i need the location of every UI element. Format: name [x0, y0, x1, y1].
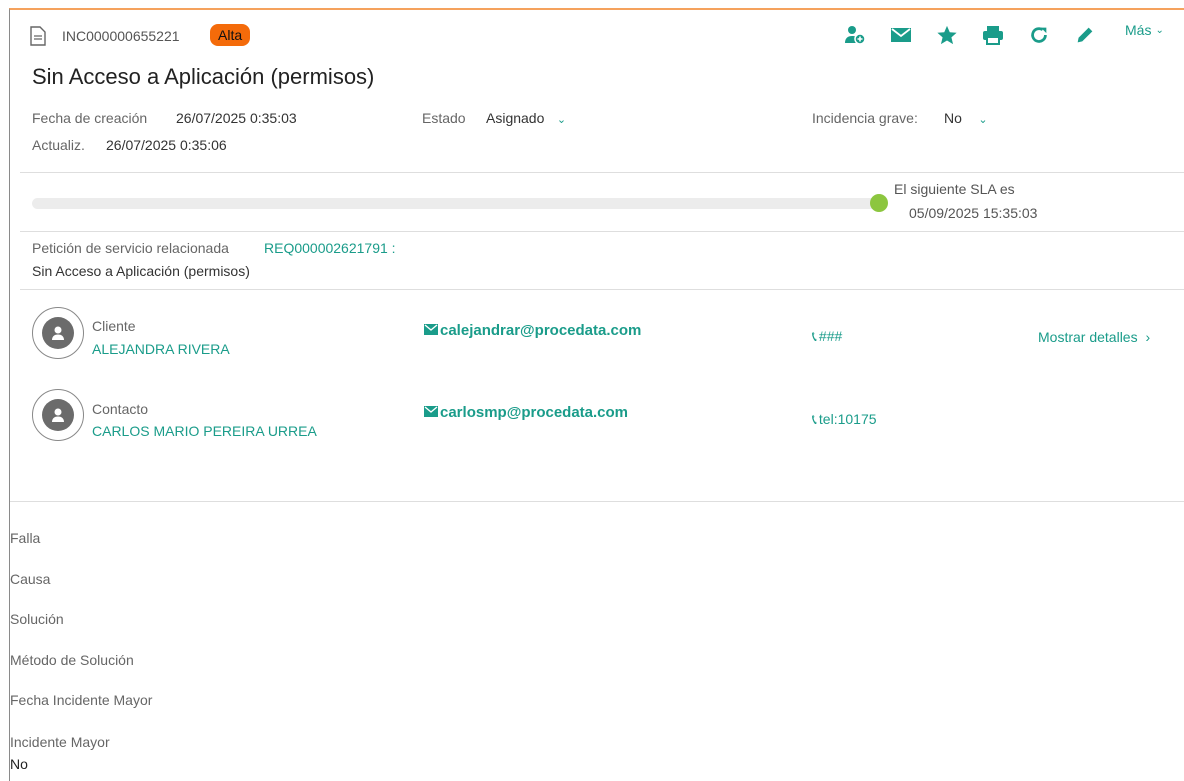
contact-role: Contacto	[92, 401, 149, 417]
show-details-label: Mostrar detalles	[1038, 329, 1138, 345]
star-icon[interactable]	[930, 22, 963, 48]
customer-phone: ###	[818, 328, 843, 344]
contact-phone: tel:10175	[818, 411, 877, 427]
print-icon[interactable]	[976, 22, 1009, 48]
customer-role: Cliente	[92, 318, 136, 334]
field-metodo: Método de Solución	[10, 652, 134, 668]
divider	[20, 231, 1184, 232]
field-falla: Falla	[10, 530, 41, 546]
major-incident-label: Incidencia grave:	[812, 110, 918, 126]
status-dropdown[interactable]: Asignado ⌄	[486, 110, 566, 128]
more-menu[interactable]: Más ⌄	[1125, 22, 1164, 38]
phone-icon: 📞︎	[812, 328, 817, 344]
contact-email-link[interactable]: carlosmp@procedata.com	[424, 404, 628, 421]
sla-label: El siguiente SLA es	[894, 181, 1015, 197]
customer-name[interactable]: ALEJANDRA RIVERA	[92, 341, 230, 357]
created-label: Fecha de creación	[32, 110, 148, 126]
updated-value: 26/07/2025 0:35:06	[106, 137, 227, 153]
chevron-down-icon: ⌄	[556, 114, 567, 126]
contact-phone-link[interactable]: 📞︎ tel:10175	[812, 411, 877, 428]
status-label: Estado	[422, 110, 466, 126]
divider	[20, 289, 1184, 290]
person-icon	[42, 317, 74, 349]
priority-badge: Alta	[210, 24, 251, 46]
avatar	[32, 307, 84, 359]
customer-phone-link[interactable]: 📞︎ ###	[812, 328, 842, 345]
contact-name[interactable]: CARLOS MARIO PEREIRA URREA	[92, 423, 317, 439]
person-icon	[42, 399, 74, 431]
sla-date: 05/09/2025 15:35:03	[909, 205, 1038, 221]
chevron-down-icon: ⌄	[978, 114, 988, 126]
related-request-link[interactable]: REQ000002621791 :	[264, 240, 396, 256]
related-request-label: Petición de servicio relacionada	[32, 240, 229, 256]
sla-indicator	[870, 194, 888, 212]
more-label: Más	[1125, 22, 1152, 38]
incident-panel: INC000000655221 Alta Más ⌄ Sin Acceso a …	[9, 8, 1184, 781]
edit-icon[interactable]	[1068, 22, 1101, 48]
toolbar	[838, 22, 1114, 48]
chevron-right-icon: ›	[1145, 329, 1151, 345]
avatar	[32, 389, 84, 441]
updated-label: Actualiz.	[32, 137, 85, 153]
sla-progress-bar	[32, 198, 882, 209]
customer-email-link[interactable]: calejandrar@procedata.com	[424, 322, 641, 339]
divider	[20, 172, 1184, 173]
customer-email: calejandrar@procedata.com	[440, 322, 642, 339]
field-causa: Causa	[10, 571, 51, 587]
email-icon	[424, 406, 438, 417]
field-incidente-mayor-value: No	[10, 756, 28, 772]
add-person-icon[interactable]	[838, 22, 871, 48]
page-title: Sin Acceso a Aplicación (permisos)	[32, 64, 375, 89]
phone-icon: 📞︎	[812, 411, 817, 427]
status-value: Asignado	[486, 110, 545, 126]
contact-email: carlosmp@procedata.com	[440, 404, 629, 421]
major-incident-dropdown[interactable]: No ⌄	[944, 110, 988, 128]
major-incident-value: No	[944, 110, 962, 126]
related-request-description: Sin Acceso a Aplicación (permisos)	[32, 263, 250, 279]
field-fecha-incidente-mayor: Fecha Incidente Mayor	[10, 692, 153, 708]
refresh-icon[interactable]	[1022, 22, 1055, 48]
created-value: 26/07/2025 0:35:03	[176, 110, 297, 126]
field-solucion: Solución	[10, 611, 64, 627]
divider	[10, 501, 1184, 502]
document-icon	[30, 26, 46, 46]
field-incidente-mayor-label: Incidente Mayor	[10, 734, 110, 750]
email-icon[interactable]	[884, 22, 917, 48]
chevron-down-icon: ⌄	[1155, 25, 1164, 36]
show-details-link[interactable]: Mostrar detalles ›	[1038, 329, 1150, 345]
email-icon	[424, 324, 438, 335]
incident-id: INC000000655221	[62, 28, 180, 44]
